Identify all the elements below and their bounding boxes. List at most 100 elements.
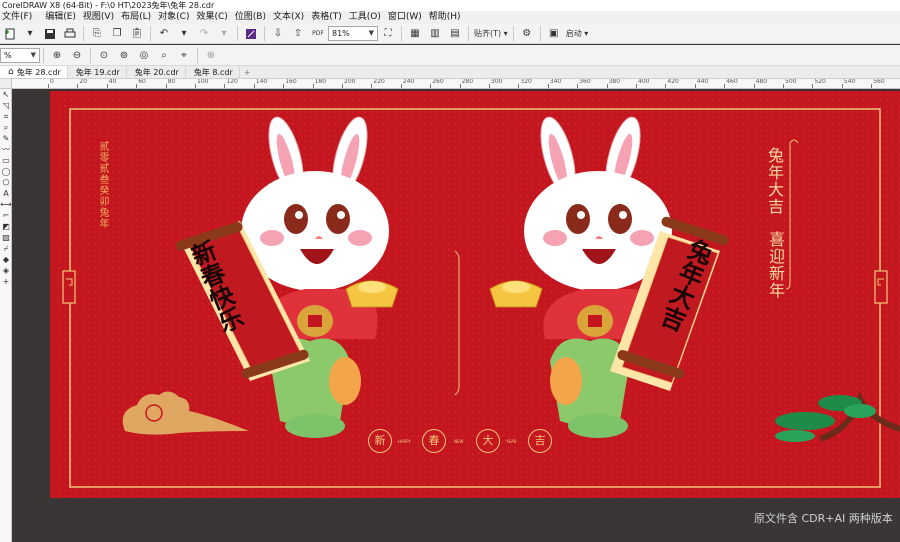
ruler-tick [812, 84, 814, 88]
gold-ingot-left-icon [345, 280, 399, 308]
ruler-tick [430, 84, 432, 88]
drop-shadow-icon[interactable]: ◩ [0, 221, 12, 232]
menu-bitmaps[interactable]: 位图(B) [233, 11, 271, 24]
paste-icon[interactable]: 📋︎ [129, 26, 145, 42]
ruler-label: 240 [402, 79, 415, 85]
launch-menu[interactable]: 启动 ▾ [566, 26, 589, 42]
ruler-label: 160 [285, 79, 297, 85]
zoom-to-all-icon[interactable]: ⊚ [116, 47, 132, 63]
freehand-tool-icon[interactable]: ✎ [0, 133, 12, 144]
menu-text[interactable]: 文本(X) [271, 11, 309, 24]
tab-document-8[interactable]: 兔年 8.cdr [186, 66, 240, 78]
transparency-icon[interactable]: ▨ [0, 232, 12, 243]
zoom-level-combo[interactable]: 81% ▼ [328, 26, 378, 41]
menu-view[interactable]: 视图(V) [81, 11, 119, 24]
show-rulers-icon[interactable]: ▦ [407, 26, 423, 42]
parallel-dimension-icon[interactable]: ⟷ [0, 199, 12, 210]
tab-document-20[interactable]: 兔年 20.cdr [127, 66, 186, 78]
polygon-tool-icon[interactable]: ⬠ [0, 177, 12, 188]
tab-document-28[interactable]: ⌂ 兔年 28.cdr [0, 66, 68, 78]
show-grid-icon[interactable]: ▥ [427, 26, 443, 42]
artboard[interactable]: 贰零贰叁癸卯兔年 兔年大吉 喜迎新年 新春快乐 兔年大吉 新 HAPPY 春 N… [50, 91, 900, 498]
ruler-label: 420 [667, 79, 679, 85]
toolbar-separator [512, 26, 514, 41]
menu-window[interactable]: 窗口(W) [386, 11, 427, 24]
print-icon[interactable] [62, 26, 78, 42]
ruler-label: 360 [579, 79, 591, 85]
options-gear-icon[interactable]: ⚙ [519, 26, 535, 42]
menu-effects[interactable]: 效果(C) [194, 11, 232, 24]
ellipse-tool-icon[interactable]: ◯ [0, 166, 12, 177]
application-launcher-icon[interactable]: ▣ [546, 26, 562, 42]
shape-tool-icon[interactable]: ◹ [0, 100, 12, 111]
menu-help[interactable]: 帮助(H) [427, 11, 466, 24]
cut-icon[interactable]: ⎘ [89, 26, 105, 42]
toolbar-separator [83, 26, 84, 41]
zoom-levels-combo[interactable]: % ▼ [0, 47, 40, 63]
ruler-tick [547, 84, 549, 88]
text-tool-icon[interactable]: A [0, 188, 12, 199]
center-ornament-line [454, 250, 460, 396]
open-dropdown-icon[interactable]: ▾ [22, 26, 38, 42]
artistic-media-icon[interactable]: 〰 [0, 144, 12, 155]
redo-dropdown-icon[interactable]: ▾ [216, 26, 232, 42]
menu-table[interactable]: 表格(T) [309, 11, 347, 24]
add-tool-icon[interactable]: + [0, 276, 12, 287]
ruler-tick [106, 84, 108, 88]
redo-icon[interactable]: ↷ [196, 26, 212, 42]
menu-tools[interactable]: 工具(O) [347, 11, 386, 24]
horizontal-ruler[interactable]: 0 20 40 60 80 100 120 140 160 180 200 220 240 260 280 3… [12, 79, 900, 89]
save-icon[interactable] [42, 26, 58, 42]
connector-tool-icon[interactable]: ⌐ [0, 210, 12, 221]
ruler-label: 200 [344, 79, 356, 85]
snap-to-menu[interactable]: 贴齐(T) ▾ [474, 26, 508, 42]
menu-layout[interactable]: 布局(L) [119, 11, 156, 24]
zoom-level-value: 81% [332, 29, 350, 38]
snap-to-label: 贴齐(T) [474, 29, 502, 38]
smart-fill-icon[interactable]: ◈ [0, 265, 12, 276]
standard-toolbar: ▾ ⎘ ❐ 📋︎ ↶ ▾ ↷ ▾ ⇩ ⇧ PDF 81% ▼ ⛶ ▦ ▥ ▤ 贴… [0, 24, 900, 44]
circle-char-1: 新 [368, 429, 392, 453]
interactive-fill-icon[interactable]: ◆ [0, 254, 12, 265]
publish-pdf-icon[interactable]: PDF [310, 26, 326, 42]
drawing-canvas[interactable]: 贰零贰叁癸卯兔年 兔年大吉 喜迎新年 新春快乐 兔年大吉 新 HAPPY 春 N… [13, 90, 900, 542]
toolbox: ↖ ◹ ⌗ ⌕ ✎ 〰 ▭ ◯ ⬠ A ⟷ ⌐ ◩ ▨ ⌿ ◆ ◈ + [0, 89, 12, 542]
ruler-origin[interactable] [0, 79, 12, 89]
copy-icon[interactable]: ❐ [109, 26, 125, 42]
undo-icon[interactable]: ↶ [156, 26, 172, 42]
crop-tool-icon[interactable]: ⌗ [0, 111, 12, 122]
pick-tool-icon[interactable]: ↖ [0, 89, 12, 100]
launch-label: 启动 [565, 29, 582, 38]
ruler-label: 440 [696, 79, 709, 85]
import-icon[interactable]: ⇩ [270, 26, 286, 42]
undo-dropdown-icon[interactable]: ▾ [176, 26, 192, 42]
show-guidelines-icon[interactable]: ▤ [447, 26, 463, 42]
add-icon[interactable]: ⊕ [203, 47, 219, 63]
new-document-icon[interactable] [2, 26, 18, 42]
search-content-icon[interactable] [243, 26, 259, 42]
full-screen-icon[interactable]: ⛶ [380, 26, 396, 42]
rectangle-tool-icon[interactable]: ▭ [0, 155, 12, 166]
export-icon[interactable]: ⇧ [290, 26, 306, 42]
zoom-to-height-icon[interactable]: ⌖ [176, 47, 192, 63]
eyedropper-icon[interactable]: ⌿ [0, 243, 12, 254]
tiny-label-new: NEW [454, 439, 464, 444]
zoom-to-selected-icon[interactable]: ⊙ [96, 47, 112, 63]
tab-document-19[interactable]: 兔年 19.cdr [68, 66, 127, 78]
menu-edit[interactable]: 编辑(E) [43, 11, 81, 24]
new-tab-plus-icon[interactable]: + [240, 66, 255, 78]
tab-label: 兔年 19.cdr [75, 67, 120, 77]
zoom-to-page-icon[interactable]: ◎ [136, 47, 152, 63]
zoom-to-width-icon[interactable]: ⌕ [156, 47, 172, 63]
home-icon[interactable]: ⌂ [8, 67, 14, 77]
menu-bar: 文件(F) 编辑(E) 视图(V) 布局(L) 对象(C) 效果(C) 位图(B… [0, 11, 900, 24]
zoom-tool-icon[interactable]: ⌕ [0, 122, 12, 133]
ruler-label: 480 [755, 79, 768, 85]
menu-object[interactable]: 对象(C) [156, 11, 194, 24]
ruler-tick [342, 84, 343, 88]
ruler-tick [841, 84, 843, 88]
zoom-in-icon[interactable]: ⊕ [49, 47, 65, 63]
zoom-out-icon[interactable]: ⊖ [69, 47, 85, 63]
menu-file[interactable]: 文件(F) [0, 11, 37, 24]
circle-char-2: 春 [422, 429, 446, 453]
